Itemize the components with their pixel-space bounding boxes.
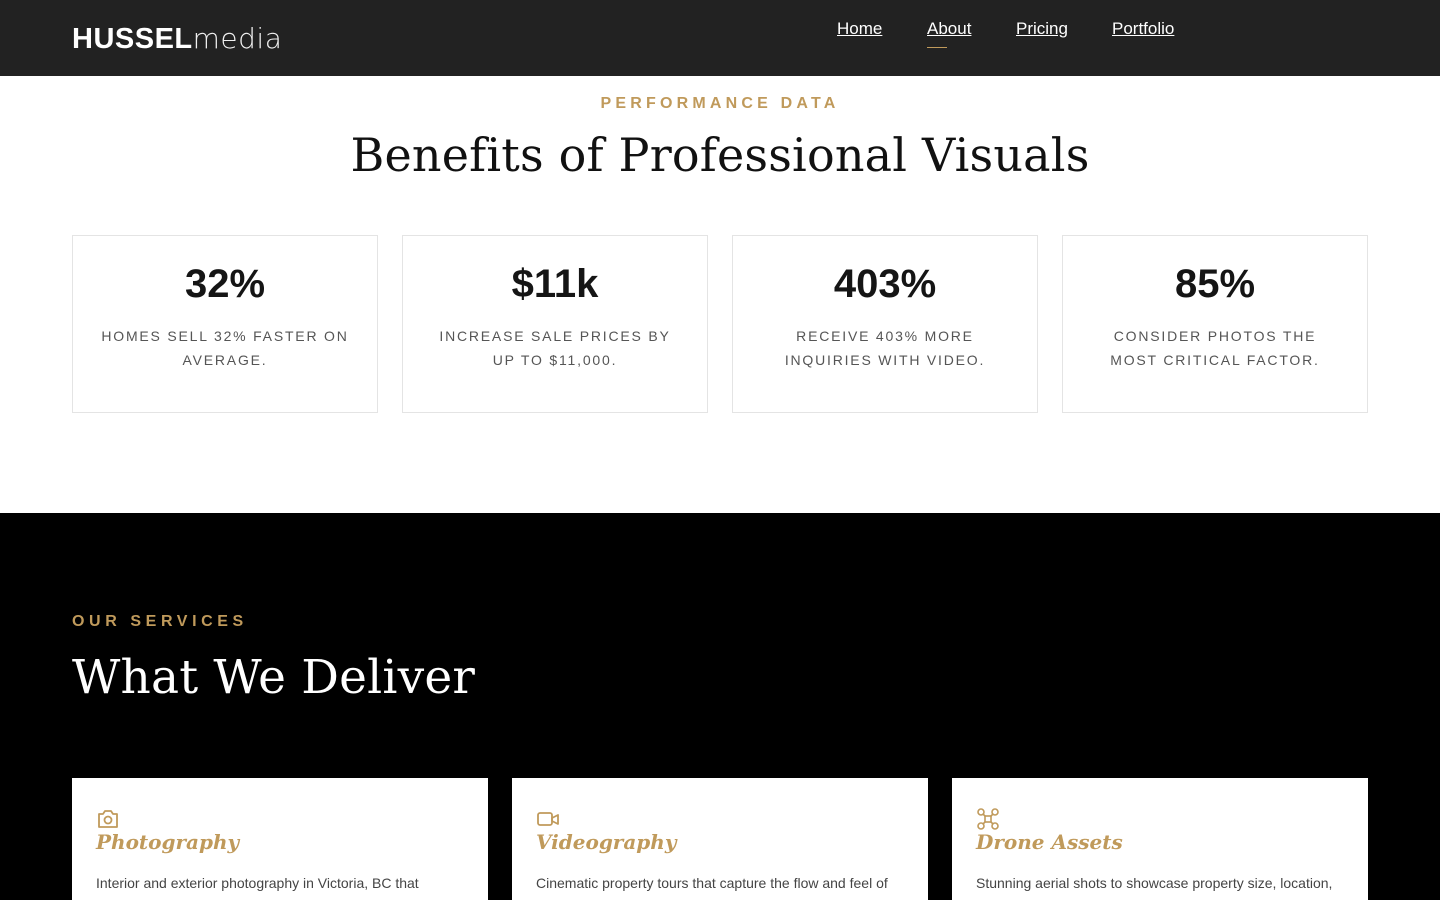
stat-card: $11k Increase sale prices by up to $11,0…	[402, 235, 708, 413]
nav-link-home[interactable]: Home	[837, 19, 882, 39]
nav-link-pricing[interactable]: Pricing	[1016, 19, 1068, 39]
stat-card: 403% Receive 403% more inquiries with vi…	[732, 235, 1038, 413]
stat-description: Increase sale prices by up to $11,000.	[439, 328, 671, 368]
stat-value: $11k	[511, 262, 599, 306]
service-card-drone[interactable]: Drone Assets Stunning aerial shots to sh…	[952, 778, 1368, 900]
service-name: Drone Assets	[976, 830, 1123, 854]
brand-logo-light: media	[192, 22, 283, 55]
site-header: HUSSELmedia Home About Pricing Portfolio	[0, 0, 1440, 76]
performance-kicker: PERFORMANCE DATA	[600, 95, 840, 112]
brand-logo-bold: HUSSEL	[72, 23, 193, 55]
service-card-videography[interactable]: Videography Cinematic property tours tha…	[512, 778, 928, 900]
services-title: What We Deliver	[72, 650, 476, 705]
services-kicker: OUR SERVICES	[72, 613, 248, 630]
service-description: Cinematic property tours that capture th…	[536, 875, 888, 891]
service-name: Videography	[536, 830, 677, 854]
stat-description: Homes sell 32% faster on average.	[101, 328, 349, 368]
drone-icon	[977, 808, 999, 830]
service-description: Interior and exterior photography in Vic…	[96, 875, 419, 891]
stat-value: 32%	[184, 262, 266, 306]
stat-description: Receive 403% more inquiries with video.	[784, 328, 986, 368]
video-camera-icon	[537, 812, 559, 826]
stat-value: 85%	[1174, 262, 1256, 306]
nav-link-about[interactable]: About	[927, 19, 971, 39]
stat-card: 32% Homes sell 32% faster on average.	[72, 235, 378, 413]
service-description: Stunning aerial shots to showcase proper…	[976, 875, 1333, 891]
camera-icon	[98, 810, 118, 828]
nav-link-portfolio[interactable]: Portfolio	[1112, 19, 1174, 39]
nav-active-indicator	[927, 47, 947, 48]
performance-title: Benefits of Professional Visuals	[350, 128, 1090, 182]
services-section: OUR SERVICES What We Deliver Photography…	[0, 513, 1440, 900]
service-card-photography[interactable]: Photography Interior and exterior photog…	[72, 778, 488, 900]
service-name: Photography	[96, 830, 240, 854]
stat-description: Consider photos the most critical factor…	[1110, 328, 1320, 368]
brand-logo[interactable]: HUSSELmedia	[72, 22, 282, 56]
stat-value: 403%	[833, 262, 937, 306]
stat-card: 85% Consider photos the most critical fa…	[1062, 235, 1368, 413]
